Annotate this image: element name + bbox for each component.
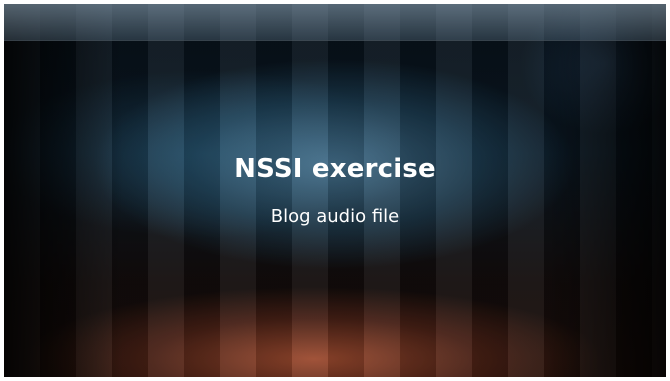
top-band — [4, 4, 666, 41]
slide-subtitle: Blog audio file — [270, 206, 400, 227]
slide-title: NSSI exercise — [234, 154, 436, 184]
slide: NSSI exercise Blog audio file — [4, 4, 666, 377]
background-vignette — [4, 4, 666, 377]
